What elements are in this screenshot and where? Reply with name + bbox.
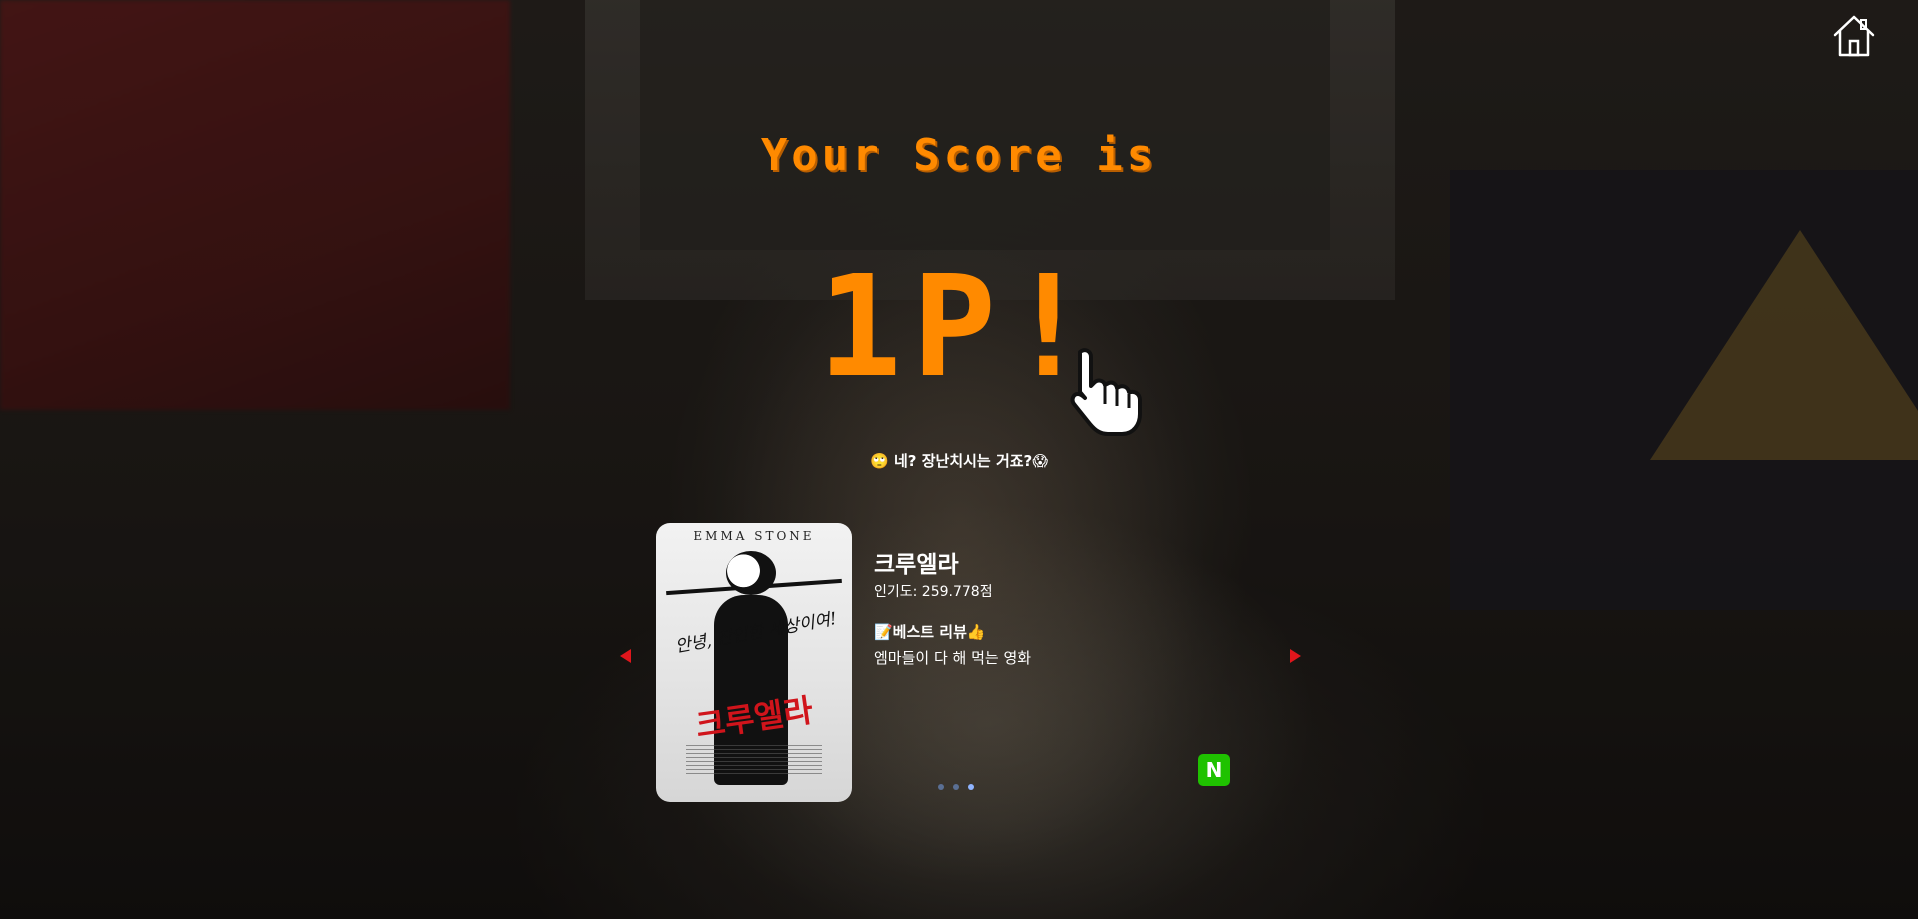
home-icon bbox=[1833, 15, 1875, 57]
score-value: 1P! bbox=[817, 246, 1101, 409]
poster-figure-hair bbox=[726, 551, 776, 595]
movie-title: 크루엘라 bbox=[874, 552, 959, 578]
carousel-next-icon[interactable] bbox=[1290, 649, 1301, 663]
poster-credits bbox=[686, 745, 822, 775]
carousel-prev-icon[interactable] bbox=[620, 649, 631, 663]
poster-actor: EMMA STONE bbox=[693, 529, 815, 543]
movie-popularity: 인기도: 259.778점 bbox=[874, 584, 993, 600]
carousel-dot-active[interactable] bbox=[968, 784, 974, 790]
carousel-dot[interactable] bbox=[953, 784, 959, 790]
score-comment: 🙄 네? 장난치시는 거죠?😱 bbox=[870, 452, 1048, 470]
home-button[interactable] bbox=[1831, 13, 1877, 59]
movie-poster: EMMA STONE 안녕, 잔인한 세상이여! 크루엘라 bbox=[656, 523, 852, 802]
best-review-header: 📝베스트 리뷰👍 bbox=[874, 623, 986, 641]
best-review-text: 엠마들이 다 해 먹는 영화 bbox=[874, 649, 1032, 667]
naver-link-button[interactable]: N bbox=[1198, 754, 1230, 786]
score-label: Your Score is bbox=[760, 130, 1158, 181]
carousel-dot[interactable] bbox=[938, 784, 944, 790]
movie-carousel: EMMA STONE 안녕, 잔인한 세상이여! 크루엘라 크루엘라 인기도: … bbox=[610, 515, 1310, 805]
pointer-hand-icon bbox=[1070, 348, 1142, 436]
carousel-indicators bbox=[938, 784, 974, 792]
result-screen: Your Score is 1P! 🙄 네? 장난치시는 거죠?😱 EMMA S… bbox=[0, 0, 1918, 919]
